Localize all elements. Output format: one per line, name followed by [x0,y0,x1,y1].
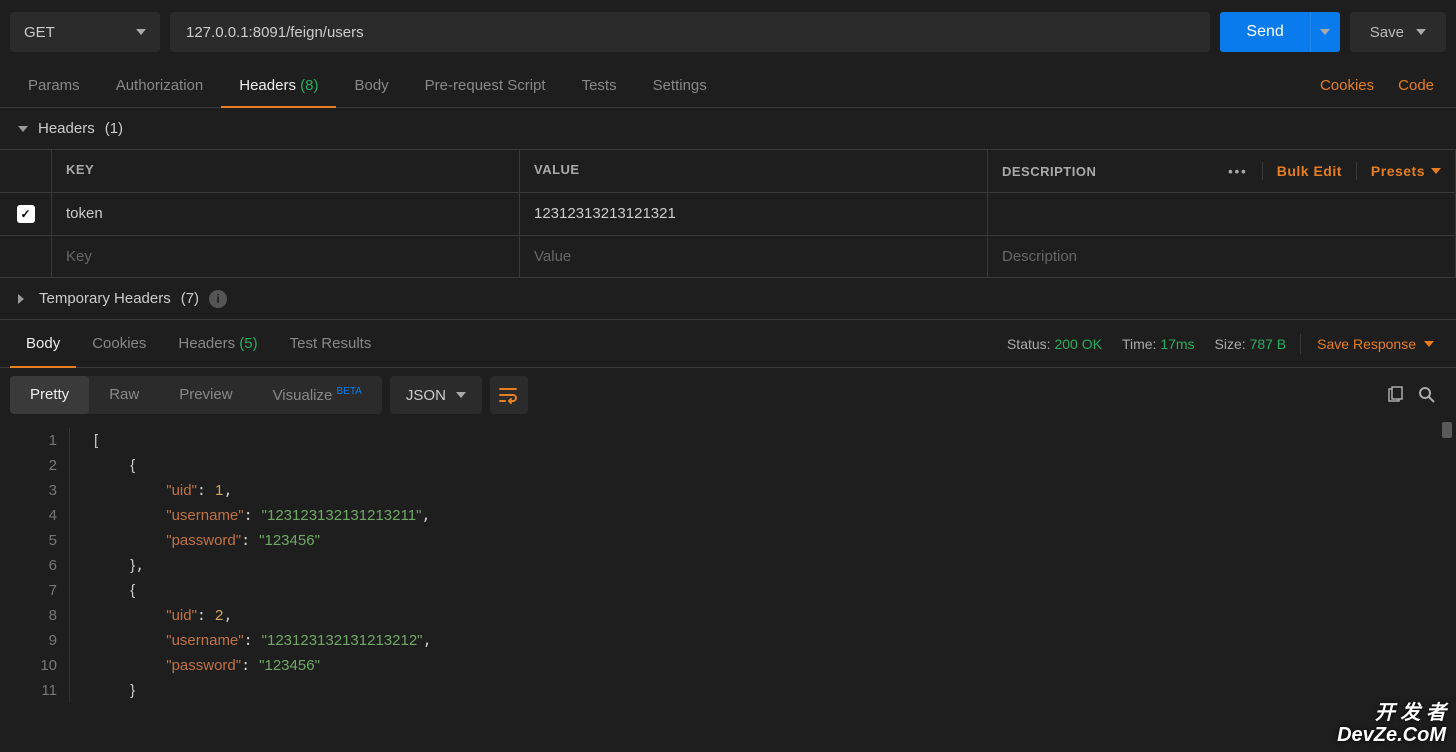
headers-panel-title: Headers [38,120,95,137]
chevron-down-icon [1320,29,1330,35]
header-new-value[interactable]: Value [520,236,988,278]
save-button-label: Save [1370,24,1404,41]
time-value: 17ms [1160,336,1194,352]
response-tabs: Body Cookies Headers (5) Test Results St… [0,320,1456,368]
info-icon[interactable]: i [209,290,227,308]
table-header-key: KEY [52,150,520,193]
cookies-link[interactable]: Cookies [1308,77,1386,94]
wrap-icon [499,386,519,404]
table-header-description: DESCRIPTION [1002,164,1096,179]
response-toolbar: Pretty Raw Preview Visualize BETA JSON [0,368,1456,422]
watermark: 开 发 者 DevZe.CoM [1337,702,1446,746]
time-label: Time: 17ms [1112,336,1205,352]
presets-link[interactable]: Presets [1371,163,1441,179]
response-tab-test-results[interactable]: Test Results [274,320,388,368]
url-input[interactable] [170,12,1210,52]
ellipsis-icon[interactable]: ••• [1228,164,1248,179]
request-tabs: Params Authorization Headers (8) Body Pr… [0,64,1456,108]
chevron-down-icon [136,29,146,35]
header-new-checkbox [0,236,52,278]
view-visualize[interactable]: Visualize BETA [253,376,382,414]
code-content[interactable]: [ { "uid": 1, "username": "1231231321312… [70,428,1456,703]
header-row-checkbox[interactable]: ✓ [0,193,52,236]
response-body: 1234567891011 [ { "uid": 1, "username": … [0,422,1456,709]
temporary-headers-label: Temporary Headers [39,290,171,307]
save-response-button[interactable]: Save Response [1305,336,1446,352]
save-button[interactable]: Save [1350,12,1446,52]
table-header-checkbox [0,150,52,193]
response-tab-headers[interactable]: Headers (5) [162,320,273,368]
response-tab-cookies[interactable]: Cookies [76,320,162,368]
code-link[interactable]: Code [1386,77,1446,94]
chevron-down-icon [1431,168,1441,174]
http-method-select[interactable]: GET [10,12,160,52]
send-dropdown-button[interactable] [1310,12,1340,52]
response-tab-body[interactable]: Body [10,320,76,368]
caret-right-icon [18,294,29,304]
headers-panel-toggle[interactable]: Headers (1) [0,108,1456,150]
tab-body[interactable]: Body [336,64,406,108]
checkbox-checked-icon: ✓ [17,205,35,223]
header-new-key[interactable]: Key [52,236,520,278]
tab-settings[interactable]: Settings [635,64,725,108]
view-pretty[interactable]: Pretty [10,376,89,414]
chevron-down-icon [1416,29,1426,35]
table-header-value: VALUE [520,150,988,193]
send-button[interactable]: Send [1220,12,1309,52]
line-gutter: 1234567891011 [0,428,70,703]
scrollbar-thumb[interactable] [1442,422,1452,438]
size-value: 787 B [1250,336,1287,352]
header-row-value[interactable]: 12312313213121321 [520,193,988,236]
temporary-headers-toggle[interactable]: Temporary Headers (7) i [0,278,1456,320]
status-value: 200 OK [1054,336,1101,352]
tab-pre-request-script[interactable]: Pre-request Script [407,64,564,108]
size-label: Size: 787 B [1205,336,1297,352]
status-label: Status: 200 OK [997,336,1112,352]
headers-table: KEY VALUE DESCRIPTION ••• Bulk Edit Pres… [0,150,1456,278]
copy-icon[interactable] [1386,386,1404,404]
format-select[interactable]: JSON [390,376,482,414]
temporary-headers-count: (7) [181,290,199,307]
header-row-key[interactable]: token [52,193,520,236]
tab-tests[interactable]: Tests [564,64,635,108]
chevron-down-icon [456,392,466,398]
bulk-edit-link[interactable]: Bulk Edit [1277,163,1342,179]
header-new-description[interactable]: Description [988,236,1456,278]
wrap-lines-button[interactable] [490,376,528,414]
tab-params[interactable]: Params [10,64,98,108]
tab-headers[interactable]: Headers (8) [221,64,336,108]
table-header-description-and-actions: DESCRIPTION ••• Bulk Edit Presets [988,150,1456,193]
http-method-value: GET [24,24,55,41]
search-icon[interactable] [1418,386,1436,404]
view-raw[interactable]: Raw [89,376,159,414]
header-row-description[interactable] [988,193,1456,236]
chevron-down-icon [1424,341,1434,347]
tab-authorization[interactable]: Authorization [98,64,222,108]
caret-down-icon [18,126,28,132]
headers-panel-count: (1) [105,120,123,137]
view-preview[interactable]: Preview [159,376,252,414]
